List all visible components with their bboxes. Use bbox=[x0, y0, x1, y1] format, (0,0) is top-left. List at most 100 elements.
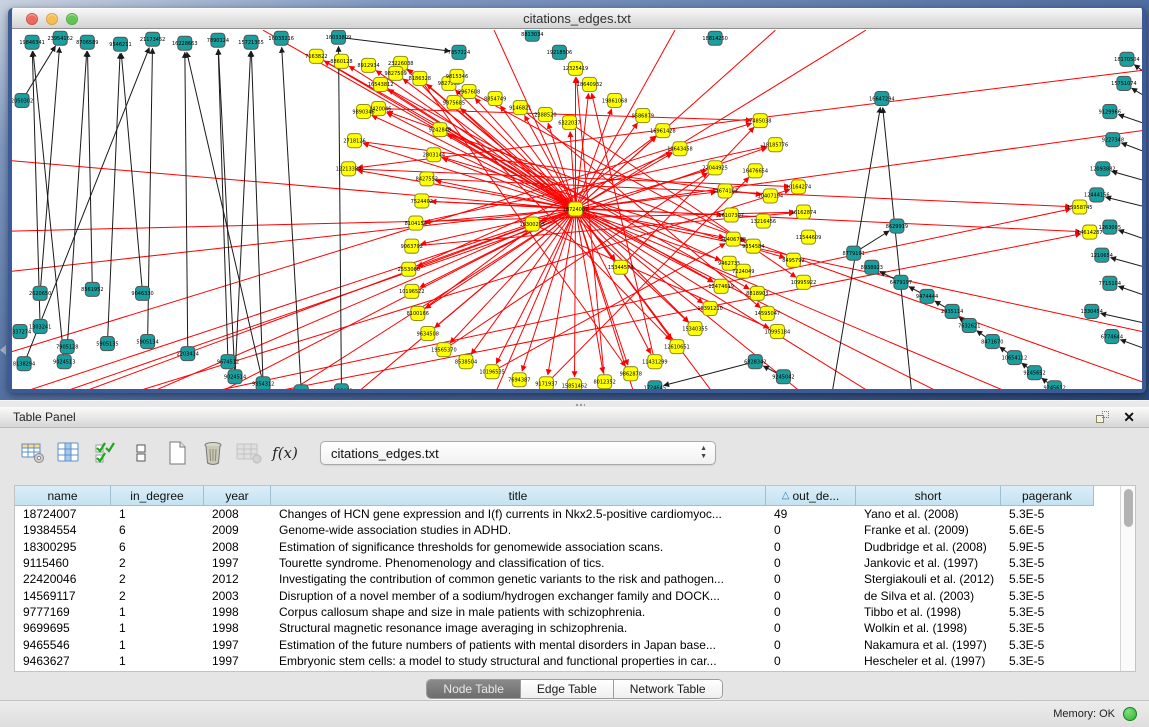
cell-pagerank[interactable]: 5.3E-5 bbox=[1001, 653, 1094, 669]
cell-year[interactable]: 2008 bbox=[204, 539, 271, 555]
table-vertical-scrollbar[interactable] bbox=[1120, 486, 1135, 671]
selected-node[interactable]: 7694387 bbox=[508, 373, 530, 387]
new-table-icon[interactable] bbox=[162, 438, 192, 468]
cell-short[interactable]: Franke et al. (2009) bbox=[856, 522, 1001, 538]
table-row[interactable]: 2242004622012Investigating the contribut… bbox=[15, 571, 1094, 587]
edge[interactable] bbox=[664, 362, 756, 386]
cell-title[interactable]: Tourette syndrome. Phenomenology and cla… bbox=[271, 555, 766, 571]
cell-indegree[interactable]: 1 bbox=[111, 506, 204, 522]
cell-title[interactable]: Estimation of significance thresholds fo… bbox=[271, 539, 766, 555]
edge[interactable] bbox=[883, 107, 912, 392]
selected-node[interactable]: 12610651 bbox=[664, 340, 690, 354]
cell-year[interactable]: 1998 bbox=[204, 604, 271, 620]
column-header-outde[interactable]: △out_de... bbox=[766, 486, 856, 506]
cell-short[interactable]: Hescheler et al. (1997) bbox=[856, 653, 1001, 669]
cell-name[interactable]: 9465546 bbox=[15, 636, 111, 652]
cell-pagerank[interactable]: 5.3E-5 bbox=[1001, 620, 1094, 636]
tab-network-table[interactable]: Network Table bbox=[614, 680, 722, 698]
node[interactable]: 9546211 bbox=[109, 37, 131, 51]
cell-outde[interactable]: 0 bbox=[766, 539, 856, 555]
selected-node[interactable]: 14595047 bbox=[755, 306, 781, 320]
cell-name[interactable]: 22420046 bbox=[15, 571, 111, 587]
cell-title[interactable]: Embryonic stem cells: a model to study s… bbox=[271, 653, 766, 669]
cell-title[interactable]: Estimation of the future numbers of pati… bbox=[271, 636, 766, 652]
selected-node[interactable]: 9634508 bbox=[417, 327, 439, 341]
node[interactable]: 8813034 bbox=[521, 30, 543, 41]
selected-edge[interactable] bbox=[575, 209, 603, 373]
cell-short[interactable]: Jankovic et al. (1997) bbox=[856, 555, 1001, 571]
edge[interactable] bbox=[32, 51, 40, 326]
node[interactable]: 9046330 bbox=[131, 286, 153, 300]
selected-edge[interactable] bbox=[12, 123, 752, 351]
edge[interactable] bbox=[1134, 65, 1142, 71]
network-window[interactable]: citations_edges.txt 18724007716382288601… bbox=[8, 8, 1146, 393]
node[interactable]: 19846341 bbox=[19, 35, 45, 49]
selected-node[interactable]: 15340355 bbox=[682, 321, 708, 335]
cell-indegree[interactable]: 1 bbox=[111, 620, 204, 636]
edge[interactable] bbox=[185, 52, 188, 353]
node[interactable]: 6828342 bbox=[744, 355, 766, 369]
table-row[interactable]: 1830029562008Estimation of significance … bbox=[15, 539, 1094, 555]
row-height-icon[interactable] bbox=[126, 438, 156, 468]
selected-node[interactable]: 16961428 bbox=[650, 124, 676, 138]
edge[interactable] bbox=[282, 47, 302, 392]
selected-node[interactable]: 9875685 bbox=[443, 95, 465, 109]
selected-node[interactable]: 18185776 bbox=[763, 138, 789, 152]
cell-name[interactable]: 9777169 bbox=[15, 604, 111, 620]
edge[interactable] bbox=[338, 37, 450, 51]
node[interactable]: 6774644 bbox=[1101, 330, 1123, 344]
show-columns-icon[interactable] bbox=[54, 438, 84, 468]
table-row[interactable]: 1872400712008Changes of HCN gene express… bbox=[15, 506, 1094, 522]
edge[interactable] bbox=[67, 51, 86, 346]
column-header-year[interactable]: year bbox=[204, 486, 271, 506]
selected-node[interactable]: 2388520 bbox=[534, 108, 556, 122]
cell-short[interactable]: Tibbo et al. (1998) bbox=[856, 604, 1001, 620]
cell-pagerank[interactable]: 5.3E-5 bbox=[1001, 604, 1094, 620]
node[interactable]: 18814250 bbox=[702, 31, 728, 45]
cell-year[interactable]: 1997 bbox=[204, 653, 271, 669]
node[interactable]: 8938923 bbox=[861, 260, 883, 274]
selected-node[interactable]: 19861068 bbox=[602, 93, 628, 107]
node[interactable]: 5905134 bbox=[136, 335, 158, 349]
cell-short[interactable]: de Silva et al. (2003) bbox=[856, 587, 1001, 603]
tab-node-table[interactable]: Node Table bbox=[427, 680, 521, 698]
selected-edge[interactable] bbox=[575, 209, 576, 377]
edge[interactable] bbox=[121, 53, 142, 293]
table-header-row[interactable]: namein_degreeyeartitle△out_de...shortpag… bbox=[15, 486, 1094, 506]
edge[interactable] bbox=[40, 47, 59, 293]
edge[interactable] bbox=[1121, 143, 1142, 151]
select-columns-icon[interactable] bbox=[90, 438, 120, 468]
cell-name[interactable]: 9115460 bbox=[15, 555, 111, 571]
memory-status-icon[interactable] bbox=[1123, 707, 1137, 721]
selected-node[interactable]: 9862878 bbox=[620, 367, 642, 381]
edge[interactable] bbox=[1120, 340, 1142, 348]
table-row[interactable]: 911546021997Tourette syndrome. Phenomeno… bbox=[15, 555, 1094, 571]
citation-network-graph[interactable]: 1872400771638228860128891293423226038982… bbox=[12, 30, 1142, 392]
node[interactable]: 15721365 bbox=[238, 35, 264, 49]
node[interactable]: 8561952 bbox=[81, 282, 103, 296]
selected-node[interactable]: 18640932 bbox=[577, 77, 603, 91]
edge[interactable] bbox=[33, 51, 64, 361]
selected-node[interactable]: 2718126 bbox=[343, 134, 365, 148]
cell-outde[interactable]: 0 bbox=[766, 522, 856, 538]
panel-splitter[interactable] bbox=[0, 400, 1149, 407]
cell-title[interactable]: Corpus callosum shape and size in male p… bbox=[271, 604, 766, 620]
edge[interactable] bbox=[1106, 197, 1142, 206]
cell-indegree[interactable]: 6 bbox=[111, 522, 204, 538]
cell-short[interactable]: Yano et al. (2008) bbox=[856, 506, 1001, 522]
cell-pagerank[interactable]: 5.3E-5 bbox=[1001, 506, 1094, 522]
cell-year[interactable]: 2003 bbox=[204, 587, 271, 603]
node[interactable]: 9129966 bbox=[1099, 105, 1121, 119]
selected-node[interactable]: 9063792 bbox=[401, 239, 423, 253]
cell-name[interactable]: 9463627 bbox=[15, 653, 111, 669]
cell-outde[interactable]: 0 bbox=[766, 604, 856, 620]
node[interactable]: 7715104 bbox=[1099, 276, 1121, 290]
selected-edge[interactable] bbox=[12, 161, 575, 209]
selected-node[interactable]: 16162874 bbox=[791, 205, 817, 219]
selected-node[interactable]: 8495792 bbox=[782, 253, 804, 267]
node[interactable]: 16228663 bbox=[172, 36, 198, 50]
column-header-short[interactable]: short bbox=[856, 486, 1001, 506]
cell-indegree[interactable]: 2 bbox=[111, 571, 204, 587]
selected-node[interactable]: 10407194 bbox=[758, 189, 784, 203]
edge[interactable] bbox=[339, 46, 342, 391]
